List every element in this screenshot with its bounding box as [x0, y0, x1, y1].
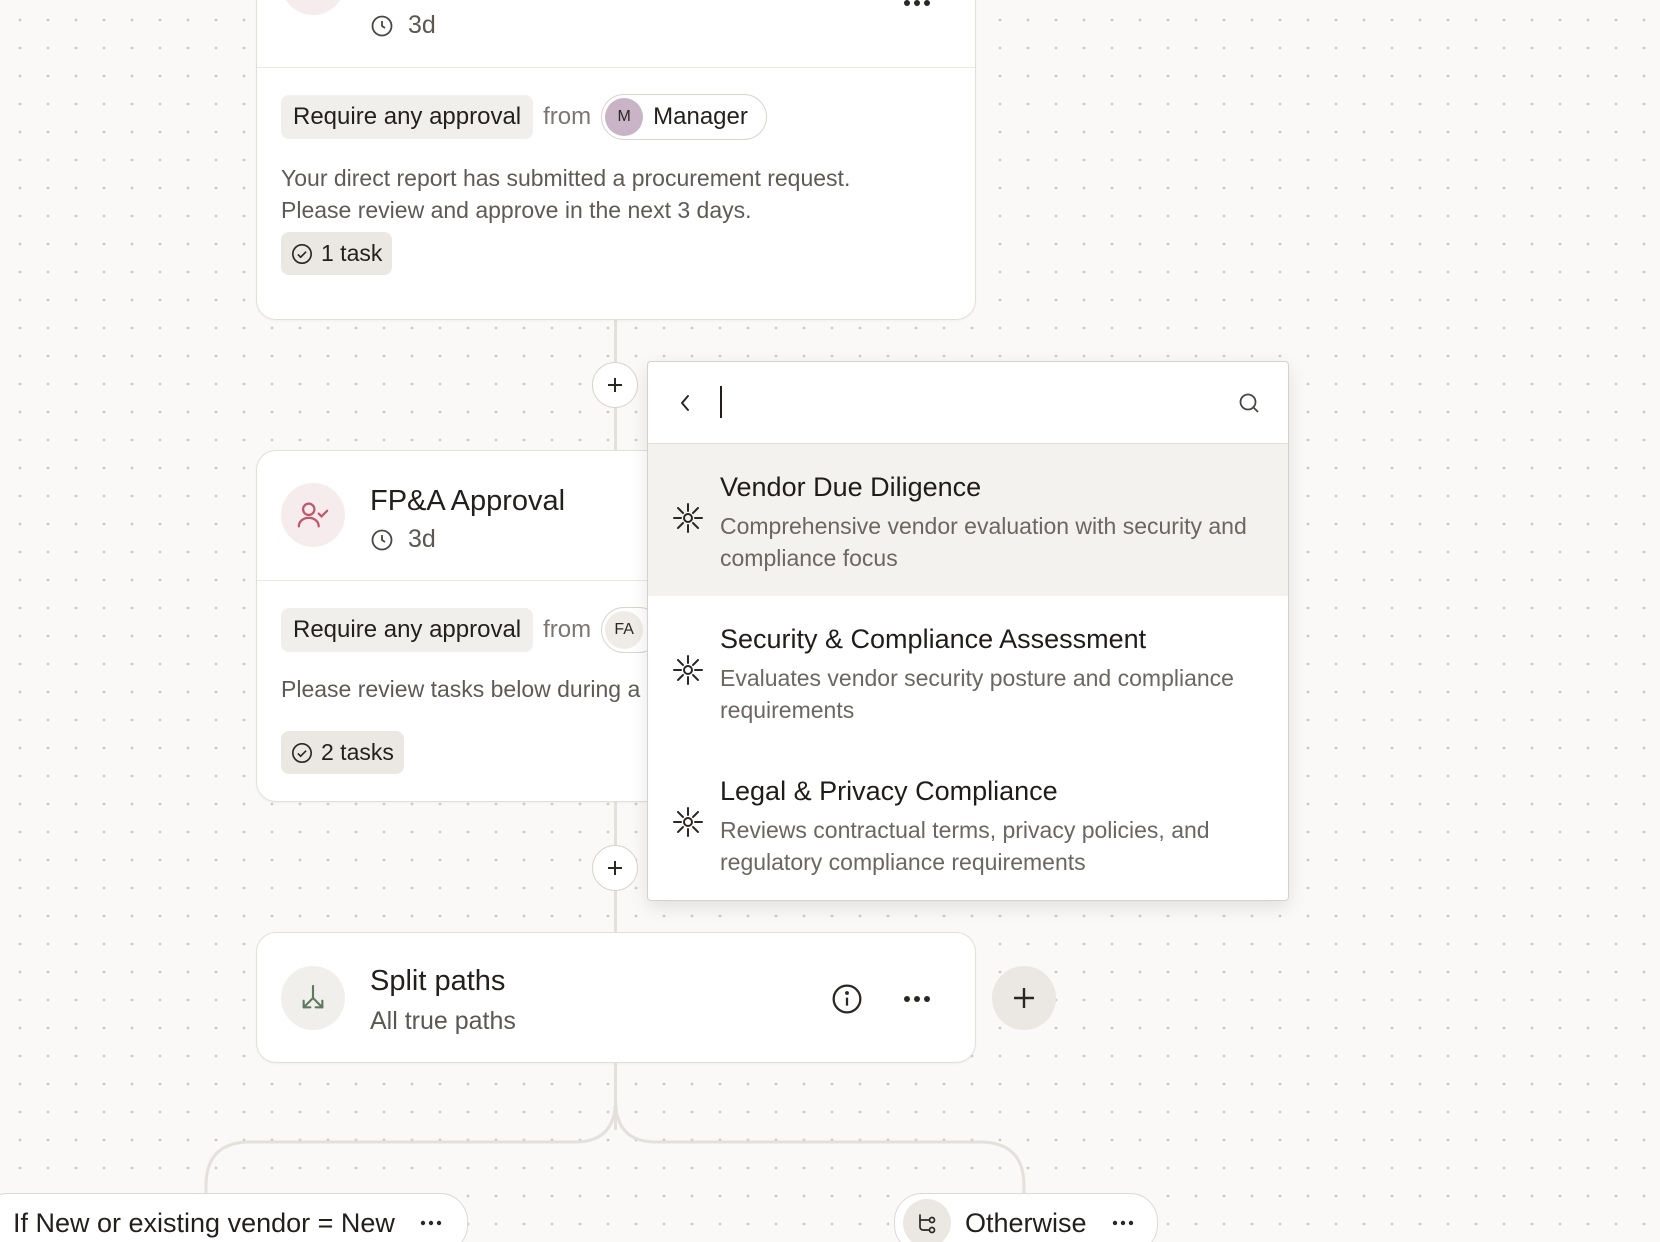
clock-icon: [371, 15, 393, 36]
step-duration: 3d: [370, 525, 436, 554]
more-horizontal-icon: [904, 996, 930, 1002]
more-horizontal-icon: [1112, 1220, 1133, 1226]
approver-chip[interactable]: M Manager: [601, 94, 767, 140]
tasks-count: 1 task: [321, 240, 383, 266]
approval-rule-row: Require any approval from FA: [281, 607, 663, 653]
sparkle-icon: [673, 503, 703, 533]
back-button[interactable]: [670, 388, 700, 418]
duration-label: 3d: [408, 11, 436, 39]
template-search-input[interactable]: [720, 382, 1210, 422]
plus-icon: [608, 861, 622, 875]
template-title: Legal & Privacy Compliance: [720, 776, 1058, 806]
plus-icon: [1014, 988, 1034, 1008]
step-title: Split paths: [370, 965, 506, 997]
user-check-icon: [297, 502, 329, 528]
description-line: Your direct report has submitted a procu…: [281, 165, 851, 191]
approval-rule-row: Require any approval from M Manager: [281, 94, 767, 140]
from-label: from: [543, 616, 592, 643]
step-duration: 3d: [370, 11, 436, 40]
check-circle-icon: [292, 742, 312, 763]
duration-label: 3d: [408, 525, 436, 553]
path-otherwise-chip[interactable]: Otherwise: [894, 1193, 1158, 1242]
info-button[interactable]: [827, 979, 867, 1019]
add-path-button[interactable]: [992, 966, 1056, 1030]
tasks-count: 2 tasks: [321, 739, 394, 765]
search-icon: [1239, 393, 1259, 413]
approval-step-avatar: [281, 0, 345, 15]
description-line: Please review and approve in the next 3 …: [281, 197, 752, 223]
add-step-button[interactable]: [592, 845, 638, 891]
template-option[interactable]: Security & Compliance Assessment Evaluat…: [648, 596, 1288, 748]
step-description: Your direct report has submitted a procu…: [281, 162, 850, 226]
branch-icon: [919, 1214, 936, 1234]
path-condition-label: If New or existing vendor = New: [13, 1207, 395, 1238]
info-icon: [832, 984, 862, 1014]
add-step-button[interactable]: [592, 362, 638, 408]
template-description: Comprehensive vendor evaluation with sec…: [720, 513, 1247, 571]
approval-requirement-pill[interactable]: Require any approval: [281, 95, 534, 139]
template-option[interactable]: Vendor Due Diligence Comprehensive vendo…: [648, 444, 1288, 596]
check-circle-icon: [292, 243, 312, 264]
search-button[interactable]: [1232, 386, 1266, 420]
approver-avatar: FA: [605, 611, 644, 649]
tasks-pill[interactable]: 2 tasks: [281, 731, 404, 774]
template-description: Evaluates vendor security posture and co…: [720, 665, 1234, 723]
more-horizontal-icon: [904, 0, 930, 6]
chevron-left-icon: [681, 395, 689, 411]
step-subtitle: All true paths: [370, 1007, 516, 1035]
path-more-button[interactable]: [1111, 1213, 1135, 1233]
plus-icon: [608, 378, 622, 392]
clock-icon: [371, 529, 393, 550]
approver-avatar: M: [605, 98, 644, 136]
path-more-button[interactable]: [419, 1213, 443, 1233]
from-label: from: [543, 103, 592, 130]
more-options-button[interactable]: [897, 0, 937, 15]
sparkle-icon: [673, 807, 703, 837]
tasks-pill[interactable]: 1 task: [281, 232, 393, 275]
path-condition-chip[interactable]: If New or existing vendor = New: [0, 1193, 468, 1242]
more-options-button[interactable]: [897, 987, 937, 1011]
more-horizontal-icon: [420, 1220, 442, 1226]
template-title: Security & Compliance Assessment: [720, 624, 1147, 654]
template-option[interactable]: Legal & Privacy Compliance Reviews contr…: [648, 748, 1288, 900]
template-description: Reviews contractual terms, privacy polic…: [720, 817, 1210, 875]
approver-name: Manager: [653, 103, 748, 130]
approval-step-avatar: [281, 483, 345, 547]
manager-approval-card[interactable]: 3d Require any approval from M Manager Y…: [256, 0, 976, 320]
split-step-avatar: [281, 966, 345, 1030]
dropdown-search-bar: [648, 362, 1288, 444]
approval-requirement-pill[interactable]: Require any approval: [281, 608, 534, 652]
text-caret: [720, 386, 722, 418]
split-arrows-icon: [302, 984, 324, 1009]
path-otherwise-label: Otherwise: [965, 1207, 1087, 1238]
step-description: Please review tasks below during a: [281, 676, 641, 702]
template-picker-dropdown: Vendor Due Diligence Comprehensive vendo…: [647, 361, 1289, 901]
split-paths-card[interactable]: Split paths All true paths: [256, 932, 976, 1063]
template-title: Vendor Due Diligence: [720, 472, 982, 502]
sparkle-icon: [673, 655, 703, 685]
path-icon-circle: [903, 1199, 951, 1242]
step-title: FP&A Approval: [370, 485, 566, 517]
